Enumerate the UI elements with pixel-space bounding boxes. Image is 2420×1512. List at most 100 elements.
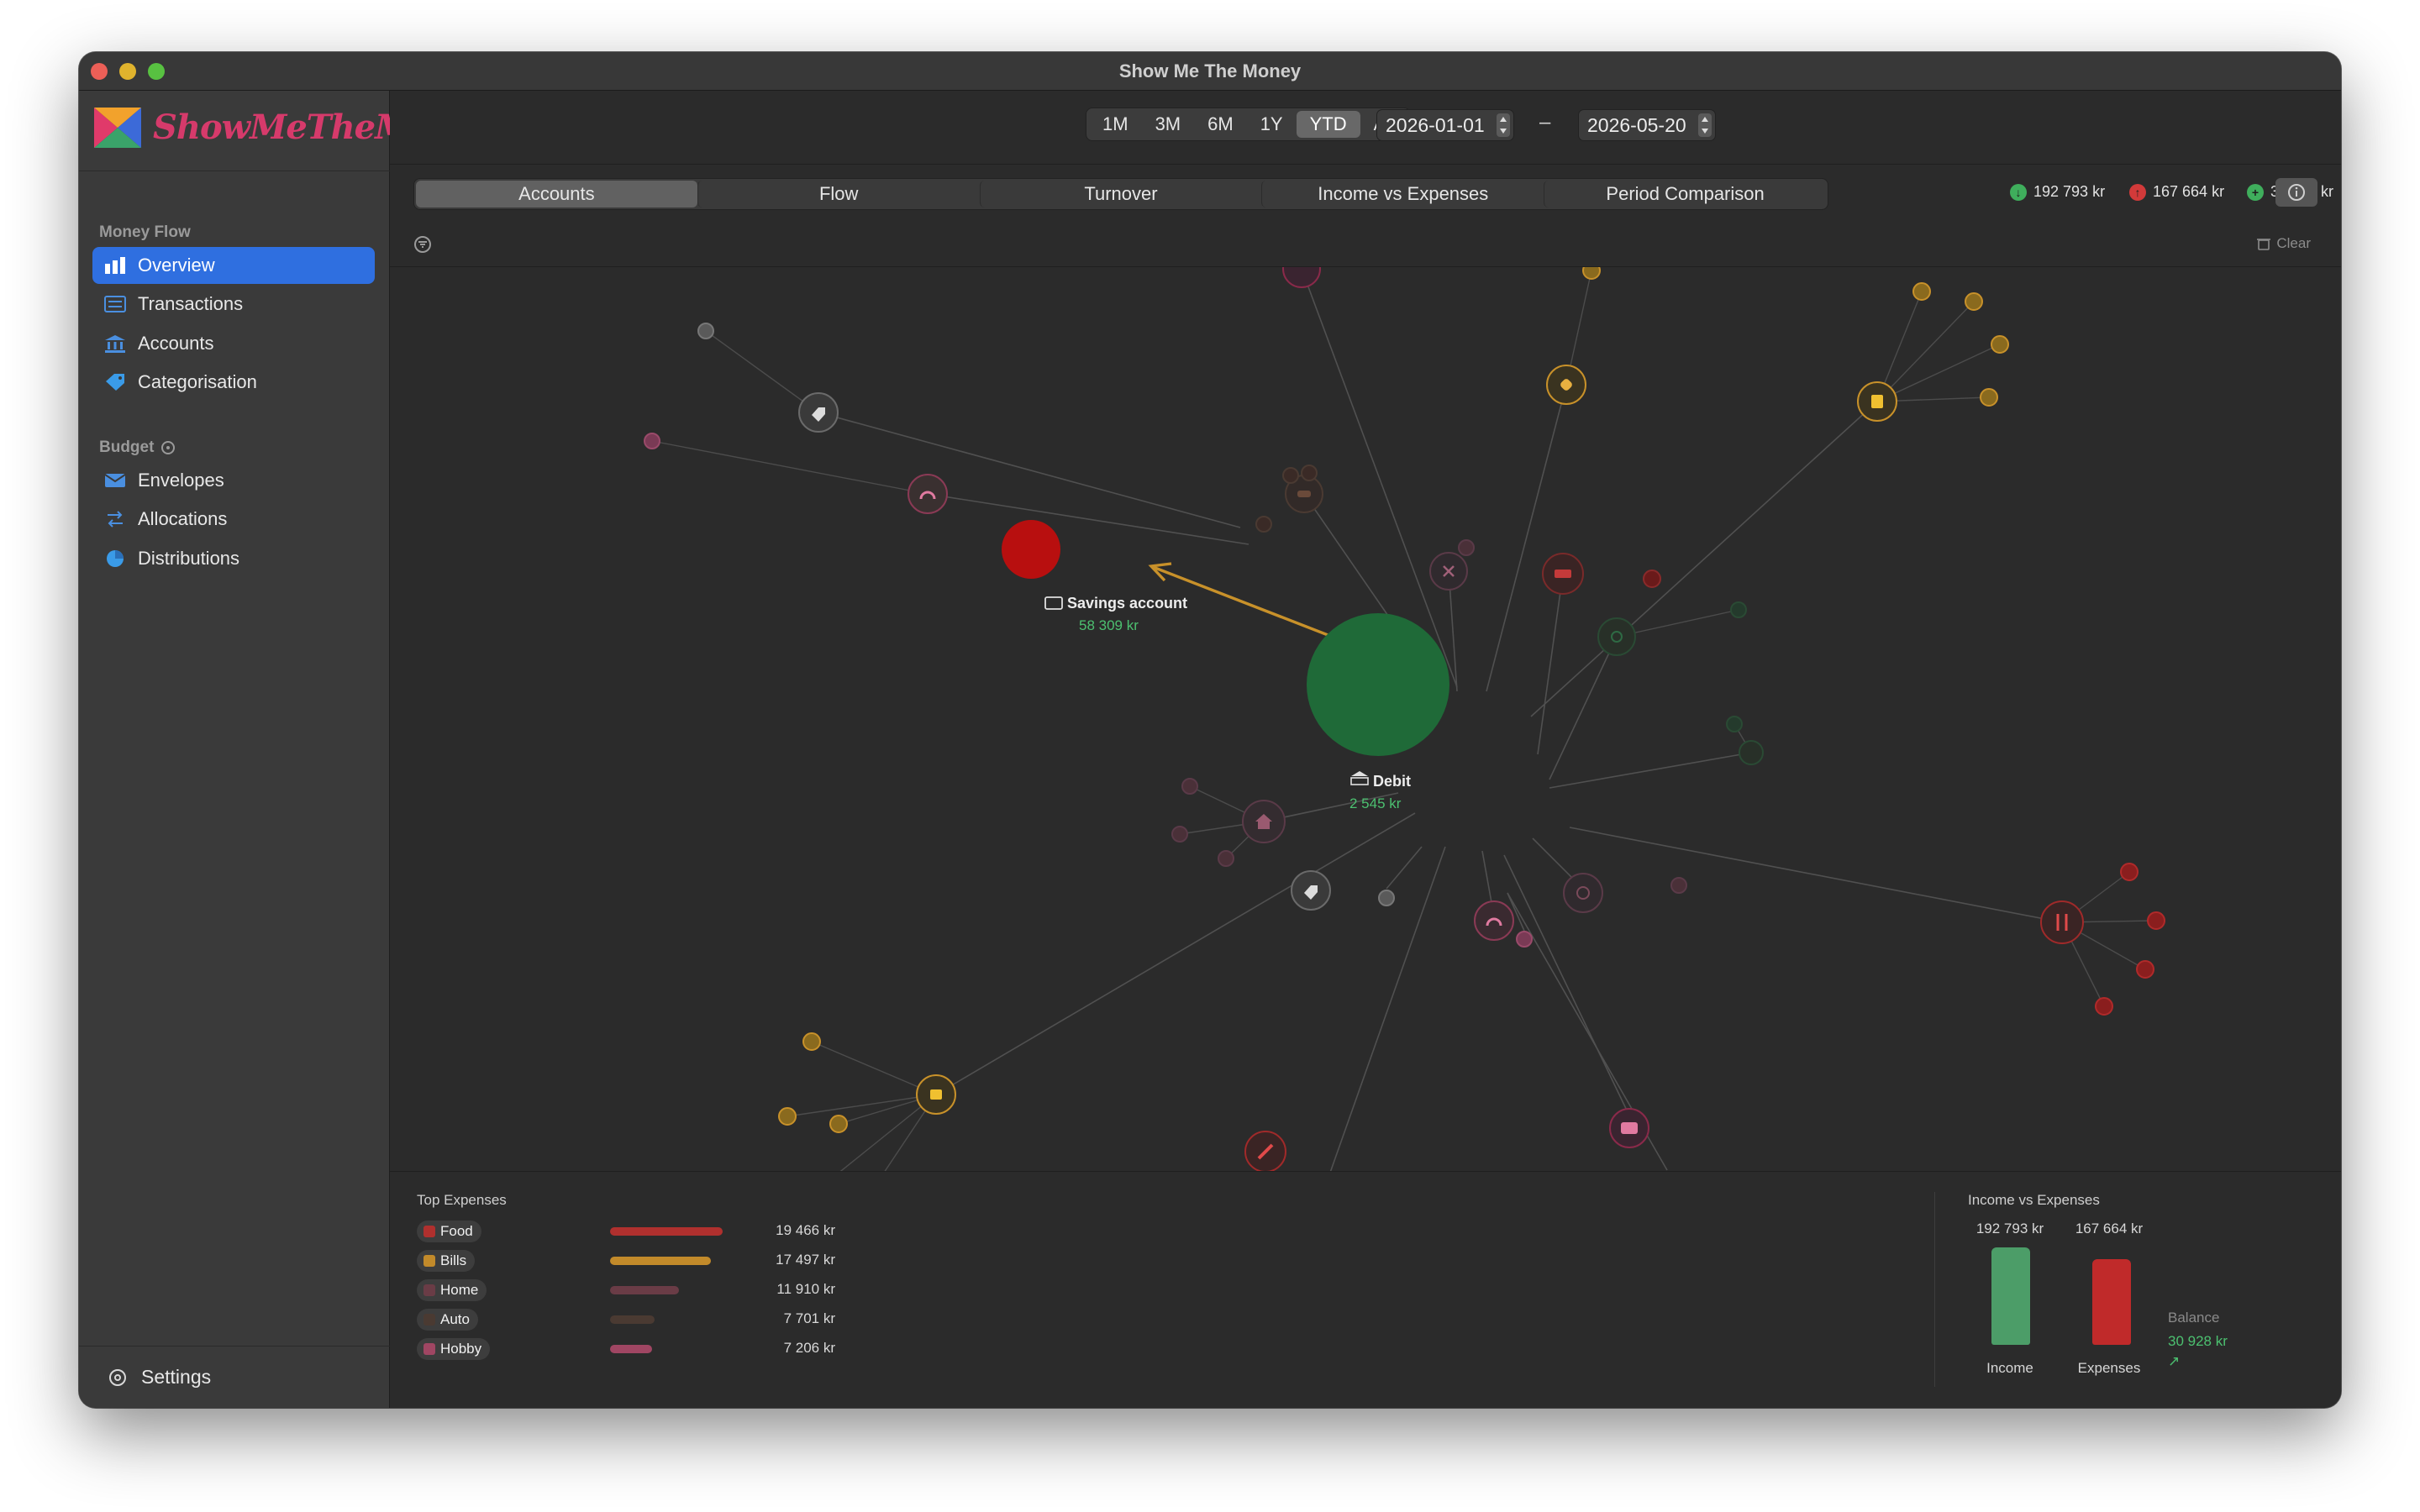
trash-icon: [2257, 239, 2271, 250]
sidebar-item-envelopes[interactable]: Envelopes: [92, 462, 375, 499]
category-icon: [424, 1226, 435, 1237]
ive-income-value: 192 793 kr: [1975, 1221, 2044, 1236]
toolbar: 1M3M6M1YYTDAll 2026-01-01 – 2026-05-20: [390, 91, 2341, 165]
expense-category-badge: Auto: [417, 1309, 478, 1331]
expense-value: 19 466 kr: [776, 1222, 835, 1238]
range-3m[interactable]: 3M: [1142, 111, 1195, 138]
tab-flow[interactable]: Flow: [697, 181, 980, 207]
sidebar-item-label: Envelopes: [138, 470, 224, 491]
date-to-value: 2026-05-20: [1587, 114, 1686, 136]
category-node-savings[interactable]: [1597, 617, 1636, 656]
expense-category-label: Hobby: [440, 1341, 482, 1357]
range-6m[interactable]: 6M: [1194, 111, 1247, 138]
sidebar-item-label: Categorisation: [138, 371, 257, 392]
sidebar-item-distributions[interactable]: Distributions: [92, 540, 375, 577]
panel-divider: [1934, 1192, 1935, 1387]
ive-balance-value: 30 928 kr: [2168, 1333, 2228, 1349]
arrows-icon: [104, 510, 126, 528]
summary-income: ↓ 192 793 kr: [2010, 183, 2105, 201]
category-node-transfer[interactable]: [1739, 740, 1764, 765]
info-icon: [2288, 184, 2305, 201]
sofa-icon: [1555, 570, 1571, 578]
expense-row-hobby[interactable]: Hobby 7 206 kr: [417, 1336, 837, 1362]
range-1m[interactable]: 1M: [1089, 111, 1142, 138]
tab-income-vs-expenses[interactable]: Income vs Expenses: [1261, 181, 1544, 207]
date-from-field[interactable]: 2026-01-01: [1376, 109, 1514, 141]
category-icon: [424, 1255, 435, 1267]
bill-icon: [930, 1089, 942, 1100]
graph-canvas[interactable]: Savings account 58 309 kr Debit 2 545 kr: [390, 267, 2341, 1171]
sidebar-item-overview[interactable]: Overview: [92, 247, 375, 284]
date-to-field[interactable]: 2026-05-20: [1578, 109, 1716, 141]
savings-amount: 58 309 kr: [1079, 617, 1139, 633]
card-icon: [1044, 596, 1063, 610]
debit-amount: 2 545 kr: [1349, 795, 1402, 811]
info-button[interactable]: [2275, 178, 2317, 207]
category-nodes: [798, 267, 2084, 1171]
expense-bar: [610, 1286, 679, 1294]
expense-bar: [2092, 1259, 2131, 1345]
debit-label: Debit 2 545 kr: [1349, 771, 1411, 811]
sidebar-item-categorisation[interactable]: Categorisation: [92, 364, 375, 401]
summary-expenses: ↑ 167 664 kr: [2129, 183, 2224, 201]
tag-icon: [104, 373, 126, 391]
savings-name: Savings account: [1067, 595, 1187, 612]
category-icon: [424, 1343, 435, 1355]
tab-turnover[interactable]: Turnover: [979, 181, 1262, 207]
chart-bar-icon: [104, 256, 126, 275]
category-node-time[interactable]: [1563, 873, 1603, 913]
settings-button[interactable]: Settings: [79, 1346, 390, 1408]
category-node-music[interactable]: [1474, 900, 1514, 941]
section-budget-label: Budget: [99, 438, 155, 456]
logo-icon: [94, 108, 141, 148]
debit-node[interactable]: [1307, 613, 1449, 756]
clear-button[interactable]: Clear: [2256, 235, 2311, 252]
add-circle-icon[interactable]: [160, 440, 176, 455]
trend-up-icon: ↗: [2168, 1353, 2181, 1369]
category-node-gifts[interactable]: [1282, 267, 1321, 288]
expense-row-auto[interactable]: Auto 7 701 kr: [417, 1307, 837, 1332]
category-node-hobby[interactable]: [908, 474, 948, 514]
sidebar-item-label: Distributions: [138, 548, 240, 569]
expense-category-badge: Hobby: [417, 1338, 491, 1360]
sidebar-item-label: Allocations: [138, 508, 228, 529]
expense-category-label: Auto: [440, 1311, 470, 1327]
expense-row-home[interactable]: Home 11 910 kr: [417, 1278, 837, 1303]
savings-node[interactable]: [1002, 520, 1060, 579]
tab-accounts[interactable]: Accounts: [416, 181, 697, 207]
settings-label: Settings: [141, 1366, 212, 1388]
expense-category-badge: Home: [417, 1279, 487, 1301]
income-bar: [1991, 1247, 2030, 1345]
app-window: Show Me The Money ShowMeTheMoney Money F…: [79, 52, 2341, 1408]
category-node-food[interactable]: [2040, 900, 2084, 944]
sidebar-item-allocations[interactable]: Allocations: [92, 501, 375, 538]
range-1y[interactable]: 1Y: [1247, 111, 1297, 138]
bottom-panels: Top Expenses Food 19 466 kr Bills 17 497 kr…: [390, 1171, 2341, 1408]
expense-category-badge: Bills: [417, 1250, 476, 1272]
expense-category-badge: Food: [417, 1221, 481, 1242]
bank-icon: [1351, 771, 1368, 776]
expense-value: 7 206 kr: [783, 1340, 835, 1356]
sidebar-item-label: Overview: [138, 255, 215, 276]
range-ytd[interactable]: YTD: [1296, 111, 1360, 138]
sidebar-item-label: Accounts: [138, 333, 214, 354]
expense-row-food[interactable]: Food 19 466 kr: [417, 1219, 837, 1244]
expense-category-label: Food: [440, 1223, 473, 1239]
sidebar-item-accounts[interactable]: Accounts: [92, 325, 375, 362]
account-graph[interactable]: Savings account 58 309 kr Debit 2 545 kr: [390, 267, 2341, 1171]
bank-icon: [104, 334, 126, 353]
window-title: Show Me The Money: [1118, 60, 1302, 81]
date-to-stepper[interactable]: [1698, 113, 1712, 137]
brand-logo: ShowMeTheMoney: [79, 91, 497, 171]
date-from-stepper[interactable]: [1497, 113, 1510, 137]
section-budget: Budget: [99, 438, 176, 457]
tab-period-comparison[interactable]: Period Comparison: [1544, 181, 1826, 207]
sidebar-item-transactions[interactable]: Transactions: [92, 286, 375, 323]
plus-icon: +: [2247, 183, 2264, 201]
top-expenses-title: Top Expenses: [417, 1192, 507, 1208]
expense-row-bills[interactable]: Bills 17 497 kr: [417, 1248, 837, 1273]
expense-arrow-icon: ↑: [2129, 183, 2146, 201]
date-from-value: 2026-01-01: [1386, 114, 1485, 136]
expense-value: 11 910 kr: [776, 1281, 835, 1297]
filter-icon[interactable]: [413, 235, 432, 258]
